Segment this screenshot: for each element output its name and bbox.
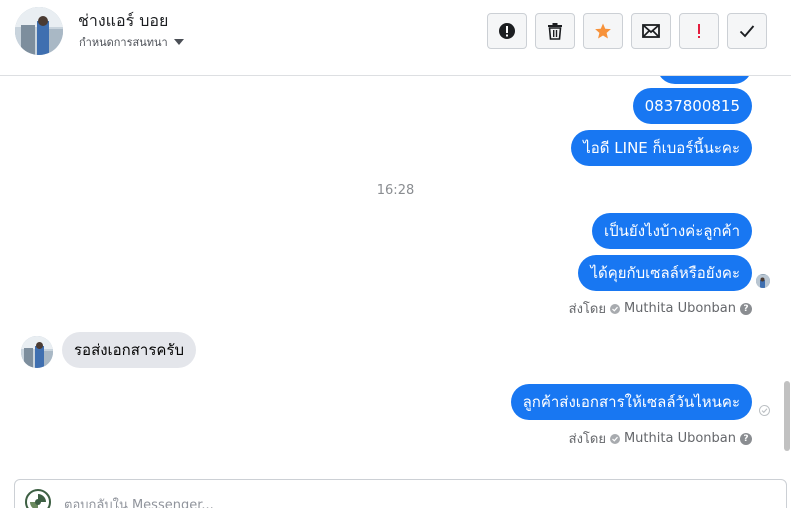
sent-by-label: ส่งโดย Muthita Ubonban ?: [569, 428, 752, 449]
envelope-icon: [642, 24, 660, 38]
mark-done-button[interactable]: [727, 13, 767, 49]
sender-name[interactable]: Muthita Ubonban: [624, 301, 736, 316]
scrollbar-thumb[interactable]: [784, 381, 790, 451]
alert-circle-icon: [499, 23, 515, 39]
message-thread[interactable]: 0837800815 ไอดี LINE ก็เบอร์นี้นะคะ 16:2…: [0, 76, 791, 468]
message-bubble-incoming[interactable]: รอส่งเอกสารครับ: [62, 332, 197, 368]
spam-button[interactable]: [487, 13, 527, 49]
reply-composer[interactable]: ตอบกลับใน Messenger...: [14, 479, 787, 508]
contact-name[interactable]: ช่างแอร์ บอย: [78, 9, 168, 34]
seen-by-avatar: [756, 274, 770, 288]
trash-icon: [548, 23, 562, 40]
verified-check-icon: [609, 303, 620, 314]
exclamation-icon: [698, 24, 700, 38]
message-bubble-outgoing[interactable]: เป็นยังไงบ้างค่ะลูกค้า: [592, 213, 752, 249]
sender-name[interactable]: Muthita Ubonban: [624, 431, 736, 446]
reply-input[interactable]: ตอบกลับใน Messenger...: [64, 494, 214, 508]
contact-avatar[interactable]: [15, 7, 63, 55]
sent-by-prefix: ส่งโดย: [568, 432, 606, 447]
conversation-settings-label: กำหนดการสนทนา: [79, 36, 168, 49]
conversation-toolbar: [487, 13, 767, 49]
message-bubble-outgoing[interactable]: 0837800815: [632, 88, 752, 124]
message-bubble-outgoing[interactable]: ลูกค้าส่งเอกสารให้เซลล์วันไหนคะ: [510, 384, 752, 420]
message-bubble-outgoing[interactable]: ได้คุยกับเซลล์หรือยังคะ: [578, 255, 752, 291]
verified-check-icon: [609, 433, 620, 444]
star-icon: [595, 23, 611, 39]
message-timestamp: 16:28: [376, 183, 415, 198]
sent-by-label: ส่งโดย Muthita Ubonban ?: [569, 298, 752, 319]
delete-button[interactable]: [535, 13, 575, 49]
message-bubble-outgoing[interactable]: ไอดี LINE ก็เบอร์นี้นะคะ: [571, 130, 752, 166]
delivered-status-icon: [759, 405, 770, 416]
message-bubble-outgoing-cut[interactable]: [657, 76, 752, 84]
check-icon: [739, 25, 755, 38]
follow-up-button[interactable]: [679, 13, 719, 49]
sent-by-prefix: ส่งโดย: [568, 302, 606, 317]
mark-unread-button[interactable]: [631, 13, 671, 49]
conversation-settings-dropdown[interactable]: กำหนดการสนทนา: [79, 33, 184, 51]
thread-scrollbar[interactable]: [782, 76, 791, 468]
contact-avatar-small[interactable]: [21, 336, 53, 368]
page-avatar: [25, 489, 51, 508]
star-button[interactable]: [583, 13, 623, 49]
conversation-header: ช่างแอร์ บอย กำหนดการสนทนา: [0, 0, 791, 76]
caret-down-icon: [173, 39, 184, 45]
help-icon[interactable]: ?: [740, 432, 752, 445]
help-icon[interactable]: ?: [740, 302, 752, 315]
